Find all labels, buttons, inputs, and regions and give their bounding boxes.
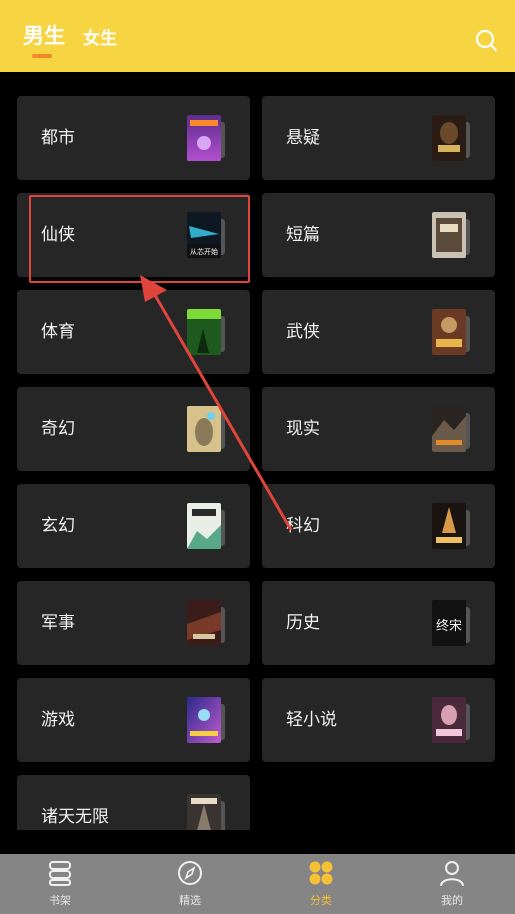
category-card-tiyu[interactable]: 体育 (17, 290, 250, 374)
search-icon (475, 29, 498, 52)
book-cover-thumbnail (432, 406, 466, 452)
cover-title: 终宋 (436, 618, 462, 634)
category-label: 武侠 (286, 322, 320, 342)
nav-category[interactable]: 分类 (281, 854, 361, 914)
nav-bookshelf[interactable]: 书架 (20, 854, 100, 914)
top-header: 男生 女生 (0, 0, 515, 72)
nav-profile[interactable]: 我的 (412, 854, 492, 914)
book-cover-thumbnail: 从芯开始 (187, 212, 221, 258)
nav-label: 我的 (441, 894, 463, 907)
book-cover-thumbnail (432, 697, 466, 743)
category-label: 都市 (41, 128, 75, 148)
category-label: 玄幻 (41, 516, 75, 536)
book-cover-thumbnail (432, 503, 466, 549)
category-card-xianxia[interactable]: 仙侠 从芯开始 (17, 193, 250, 277)
category-label: 科幻 (286, 516, 320, 536)
category-label: 奇幻 (41, 419, 75, 439)
book-cover-thumbnail (187, 309, 221, 355)
category-card-youxi[interactable]: 游戏 (17, 678, 250, 762)
bottom-navigation: 书架 精选 分类 我的 (0, 854, 515, 914)
category-label: 军事 (41, 613, 75, 633)
category-card-lishi[interactable]: 历史 终宋 (262, 581, 495, 665)
book-cover-thumbnail (187, 115, 221, 161)
category-card-xuanhuan[interactable]: 玄幻 (17, 484, 250, 568)
category-label: 游戏 (41, 710, 75, 730)
book-cover-thumbnail: 终宋 (432, 600, 466, 646)
category-grid-icon (309, 861, 333, 885)
category-card-zhutianwuxian[interactable]: 诸天无限 (17, 775, 250, 830)
category-label: 诸天无限 (41, 807, 109, 827)
category-label: 仙侠 (41, 225, 75, 245)
category-label: 现实 (286, 419, 320, 439)
category-card-kehuan[interactable]: 科幻 (262, 484, 495, 568)
nav-featured[interactable]: 精选 (150, 854, 230, 914)
category-card-wuxia[interactable]: 武侠 (262, 290, 495, 374)
category-label: 历史 (286, 613, 320, 633)
nav-label: 分类 (310, 894, 332, 907)
category-card-qihuan[interactable]: 奇幻 (17, 387, 250, 471)
tab-male[interactable]: 男生 (23, 20, 65, 50)
category-grid: 都市 悬疑 仙侠 从芯开始 短篇 体育 武侠 奇幻 现实 玄幻 科幻 军事 历史… (0, 72, 515, 830)
category-card-xianshi[interactable]: 现实 (262, 387, 495, 471)
category-card-dushi[interactable]: 都市 (17, 96, 250, 180)
category-label: 短篇 (286, 225, 320, 245)
nav-label: 精选 (179, 894, 201, 907)
category-card-duanpian[interactable]: 短篇 (262, 193, 495, 277)
book-cover-thumbnail (187, 697, 221, 743)
category-label: 轻小说 (286, 710, 337, 730)
category-card-qingxiaoshuo[interactable]: 轻小说 (262, 678, 495, 762)
cover-title: 从芯开始 (190, 247, 218, 256)
category-label: 悬疑 (286, 128, 320, 148)
search-button[interactable] (474, 28, 500, 54)
book-cover-thumbnail (432, 115, 466, 161)
category-card-junshi[interactable]: 军事 (17, 581, 250, 665)
book-cover-thumbnail (187, 503, 221, 549)
bookshelf-icon (49, 861, 71, 886)
compass-icon (178, 861, 202, 885)
category-card-xuanyi[interactable]: 悬疑 (262, 96, 495, 180)
book-cover-thumbnail (432, 309, 466, 355)
tab-female[interactable]: 女生 (83, 24, 117, 49)
category-label: 体育 (41, 322, 75, 342)
nav-label: 书架 (49, 894, 71, 907)
book-cover-thumbnail (187, 600, 221, 646)
book-cover-thumbnail (432, 212, 466, 258)
active-tab-indicator (32, 54, 52, 58)
book-cover-thumbnail (187, 794, 221, 830)
profile-icon (440, 861, 464, 887)
book-cover-thumbnail (187, 406, 221, 452)
